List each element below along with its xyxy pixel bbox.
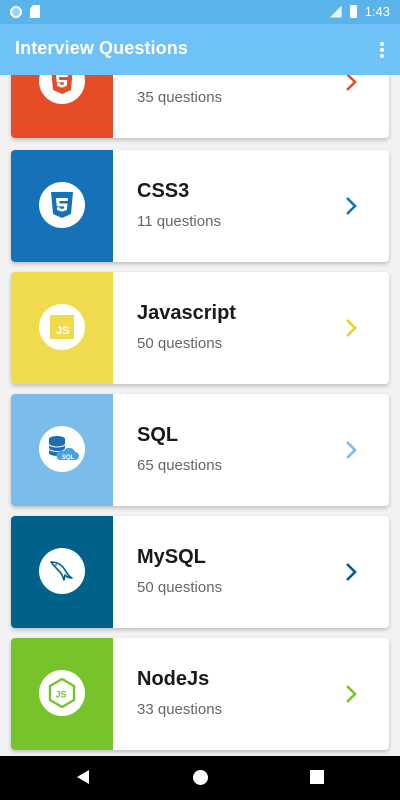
topic-count: 50 questions	[137, 335, 223, 352]
topic-title: MySQL	[137, 546, 206, 568]
chevron-right-icon[interactable]	[341, 562, 361, 582]
chevron-right-icon[interactable]	[341, 440, 361, 460]
status-bar: 1:43	[0, 0, 400, 24]
status-time: 1:43	[364, 4, 390, 19]
topic-list[interactable]: 35 questions CSS3 11 questions JS Javasc…	[0, 75, 400, 756]
home-icon[interactable]	[193, 770, 208, 785]
topic-count: 65 questions	[137, 457, 223, 474]
nodejs-icon: JS	[39, 670, 85, 716]
chevron-right-icon[interactable]	[341, 196, 361, 216]
topic-card-sql[interactable]: SQL SQL 65 questions	[11, 394, 389, 506]
svg-text:SQL: SQL	[62, 455, 75, 461]
chevron-right-icon[interactable]	[341, 318, 361, 338]
svg-text:JS: JS	[56, 690, 67, 700]
sql-database-icon: SQL	[39, 426, 85, 472]
topic-card-javascript[interactable]: JS Javascript 50 questions	[11, 272, 389, 384]
topic-count: 11 questions	[137, 213, 221, 230]
topic-card-nodejs[interactable]: JS NodeJs 33 questions	[11, 638, 389, 750]
topic-count: 33 questions	[137, 701, 223, 718]
mysql-dolphin-icon	[39, 548, 85, 594]
system-nav-bar	[0, 756, 400, 800]
topic-tile: SQL	[11, 394, 113, 506]
notification-icon	[10, 5, 22, 18]
topic-tile: JS	[11, 638, 113, 750]
topic-count: 35 questions	[137, 89, 223, 106]
topic-card-html5[interactable]: 35 questions	[11, 75, 389, 138]
more-vert-icon[interactable]	[378, 40, 386, 60]
chevron-right-icon[interactable]	[341, 75, 361, 92]
css3-icon	[39, 182, 85, 228]
topic-title: CSS3	[137, 180, 190, 202]
topic-tile: JS	[11, 272, 113, 384]
topic-card-css3[interactable]: CSS3 11 questions	[11, 150, 389, 262]
javascript-icon: JS	[39, 304, 85, 350]
topic-tile	[11, 516, 113, 628]
recents-icon[interactable]	[310, 770, 324, 784]
html5-icon	[39, 75, 85, 104]
topic-title: NodeJs	[137, 668, 210, 690]
topic-title: Javascript	[137, 302, 236, 324]
app-bar: Interview Questions	[0, 24, 400, 75]
topic-title: SQL	[137, 424, 179, 446]
battery-icon	[349, 5, 357, 18]
app-title: Interview Questions	[15, 38, 188, 58]
chevron-right-icon[interactable]	[341, 684, 361, 704]
sd-card-icon	[30, 5, 40, 18]
signal-icon	[329, 5, 342, 18]
topic-count: 50 questions	[137, 579, 223, 596]
topic-tile	[11, 75, 113, 138]
svg-text:JS: JS	[56, 325, 69, 337]
back-icon[interactable]	[77, 770, 89, 784]
topic-card-mysql[interactable]: MySQL 50 questions	[11, 516, 389, 628]
topic-tile	[11, 150, 113, 262]
